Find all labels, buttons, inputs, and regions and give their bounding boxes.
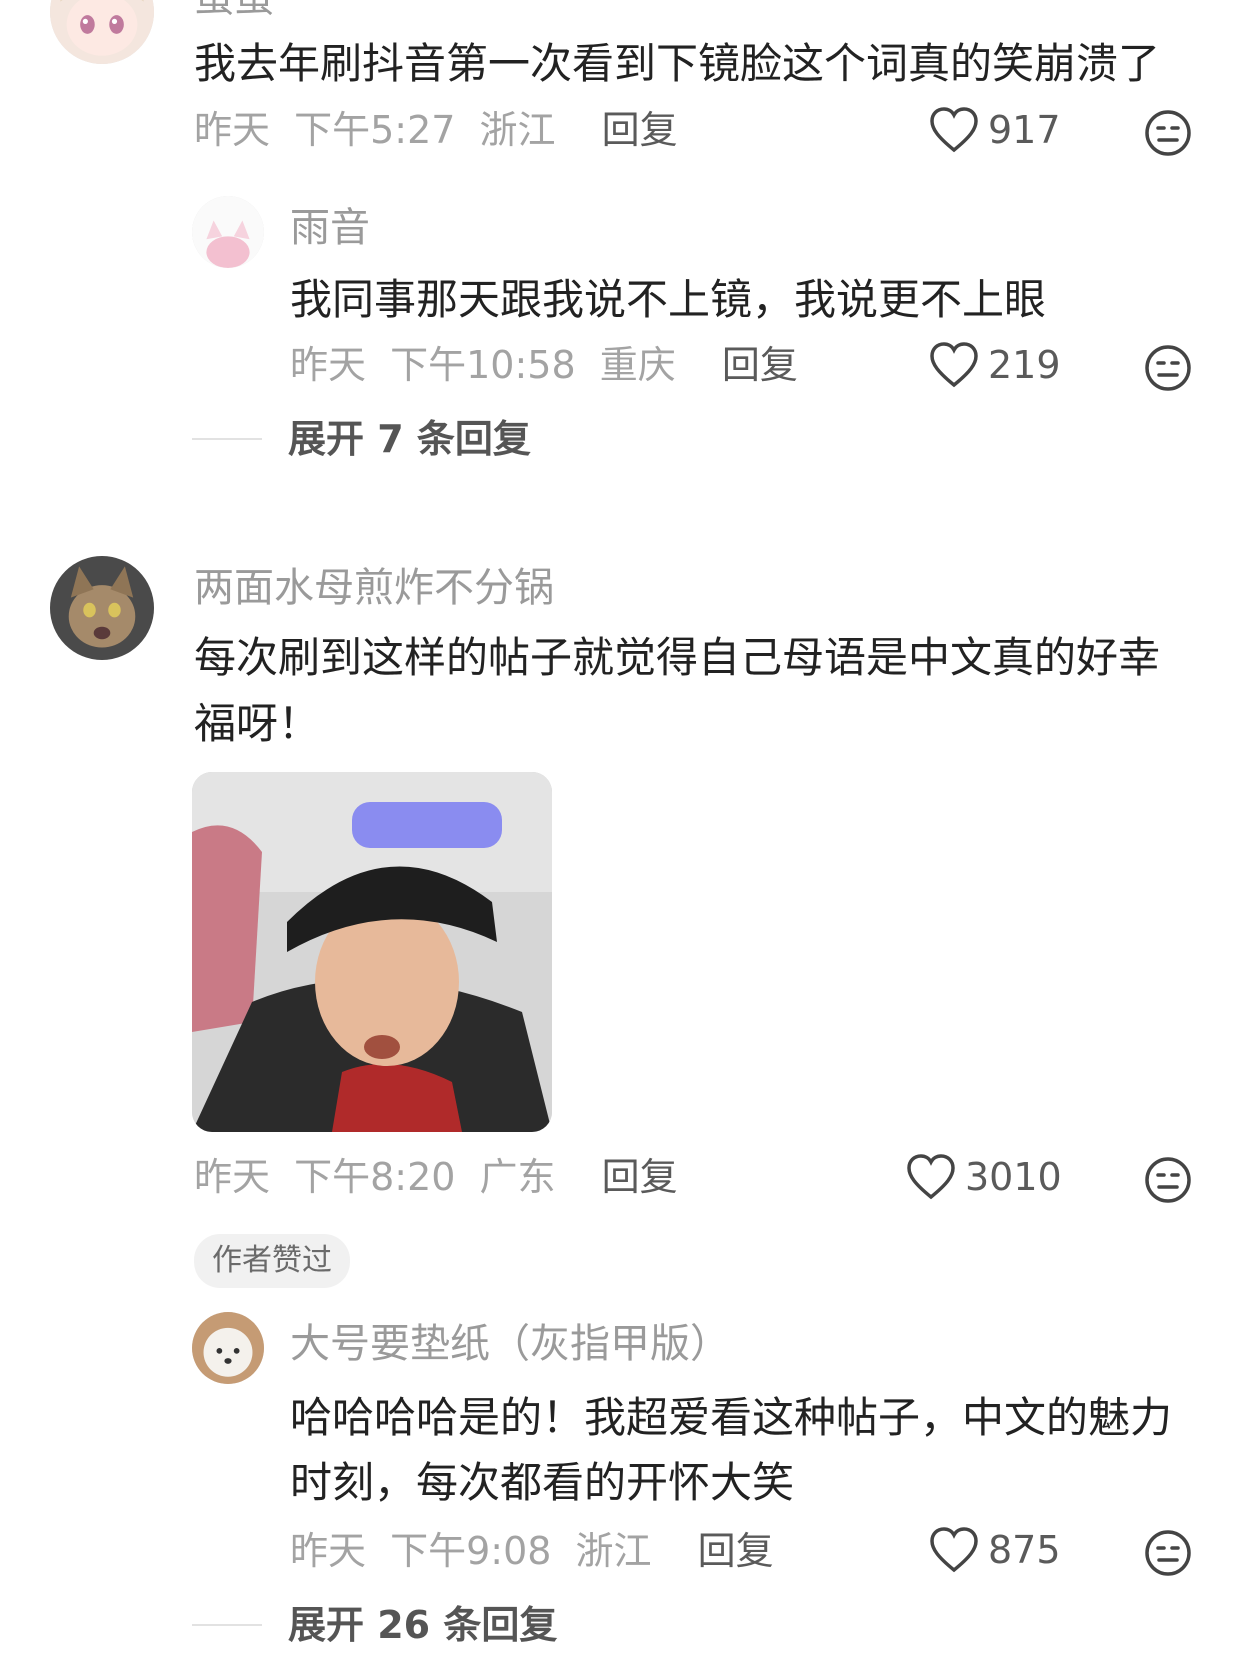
expand-replies-label: 展开 26 条回复 xyxy=(288,1603,558,1647)
reply-location: 浙江 xyxy=(575,1529,652,1573)
comment-date: 昨天 xyxy=(194,108,271,152)
heart-outline-icon xyxy=(907,1154,955,1200)
neutral-face-icon xyxy=(1145,1530,1191,1576)
neutral-face-icon xyxy=(1145,345,1191,391)
comment-meta: 昨天 下午8:20 广东 回复 xyxy=(194,1158,678,1196)
reply-text-line-2: 时刻，每次都看的开怀大笑 xyxy=(290,1458,795,1507)
dislike-button[interactable] xyxy=(1143,108,1193,158)
reply-commenter-name[interactable]: 雨音 xyxy=(290,208,370,248)
avatar[interactable] xyxy=(192,196,264,268)
reply-location: 重庆 xyxy=(599,343,676,387)
comment-text-line-1: 每次刷到这样的帖子就觉得自己母语是中文真的好幸 xyxy=(194,633,1161,682)
heart-outline-icon xyxy=(930,1527,978,1573)
like-count: 875 xyxy=(988,1528,1061,1572)
reply-date: 昨天 xyxy=(290,343,367,387)
avatar[interactable] xyxy=(50,556,154,660)
reply-time: 下午10:58 xyxy=(390,343,576,387)
comment-location: 广东 xyxy=(479,1155,556,1199)
like-button[interactable]: 3010 xyxy=(905,1153,1062,1201)
like-count: 3010 xyxy=(965,1155,1062,1199)
avatar[interactable] xyxy=(50,0,154,64)
divider xyxy=(192,1624,262,1626)
comment-time: 下午5:27 xyxy=(294,108,456,152)
comment-location: 浙江 xyxy=(479,108,556,152)
dislike-button[interactable] xyxy=(1143,1155,1193,1205)
reply-meta: 昨天 下午9:08 浙江 回复 xyxy=(290,1532,774,1570)
expand-replies-button[interactable]: 展开 26 条回复 xyxy=(192,1606,557,1644)
attached-image[interactable] xyxy=(192,772,552,1132)
heart-outline-icon xyxy=(930,342,978,388)
reply-text-line-1: 哈哈哈哈是的！我超爱看这种帖子，中文的魅力 xyxy=(290,1393,1173,1442)
reply-button[interactable]: 回复 xyxy=(602,1155,678,1199)
comment-date: 昨天 xyxy=(194,1155,271,1199)
reply-commenter-name[interactable]: 大号要垫纸（灰指甲版） xyxy=(290,1324,730,1364)
reply-time: 下午9:08 xyxy=(390,1529,552,1573)
neutral-face-icon xyxy=(1145,1157,1191,1203)
like-count: 917 xyxy=(988,108,1061,152)
neutral-face-icon xyxy=(1145,110,1191,156)
expand-replies-label: 展开 7 条回复 xyxy=(288,417,531,461)
reply-date: 昨天 xyxy=(290,1529,367,1573)
divider xyxy=(192,438,262,440)
reply-meta: 昨天 下午10:58 重庆 回复 xyxy=(290,346,798,384)
dislike-button[interactable] xyxy=(1143,1528,1193,1578)
dislike-button[interactable] xyxy=(1143,343,1193,393)
expand-replies-button[interactable]: 展开 7 条回复 xyxy=(192,420,531,458)
author-liked-badge: 作者赞过 xyxy=(194,1234,350,1288)
reply-text: 我同事那天跟我说不上镜，我说更不上眼 xyxy=(290,275,1047,324)
reply-button[interactable]: 回复 xyxy=(698,1529,774,1573)
reply-button[interactable]: 回复 xyxy=(602,108,678,152)
like-button[interactable]: 875 xyxy=(928,1526,1061,1574)
reply-button[interactable]: 回复 xyxy=(722,343,798,387)
comment-time: 下午8:20 xyxy=(294,1155,456,1199)
heart-outline-icon xyxy=(930,107,978,153)
avatar[interactable] xyxy=(192,1312,264,1384)
like-button[interactable]: 219 xyxy=(928,341,1061,389)
like-count: 219 xyxy=(988,343,1061,387)
comment-meta: 昨天 下午5:27 浙江 回复 xyxy=(194,111,678,149)
commenter-name[interactable]: 蛋蛋 xyxy=(194,0,274,18)
commenter-name[interactable]: 两面水母煎炸不分锅 xyxy=(194,568,554,608)
comment-text-line-2: 福呀！ xyxy=(194,699,321,748)
like-button[interactable]: 917 xyxy=(928,106,1061,154)
comment-feed: 蛋蛋 我去年刷抖音第一次看到下镜脸这个词真的笑崩溃了 昨天 下午5:27 浙江 … xyxy=(0,0,1244,1680)
comment-text: 我去年刷抖音第一次看到下镜脸这个词真的笑崩溃了 xyxy=(194,39,1161,88)
